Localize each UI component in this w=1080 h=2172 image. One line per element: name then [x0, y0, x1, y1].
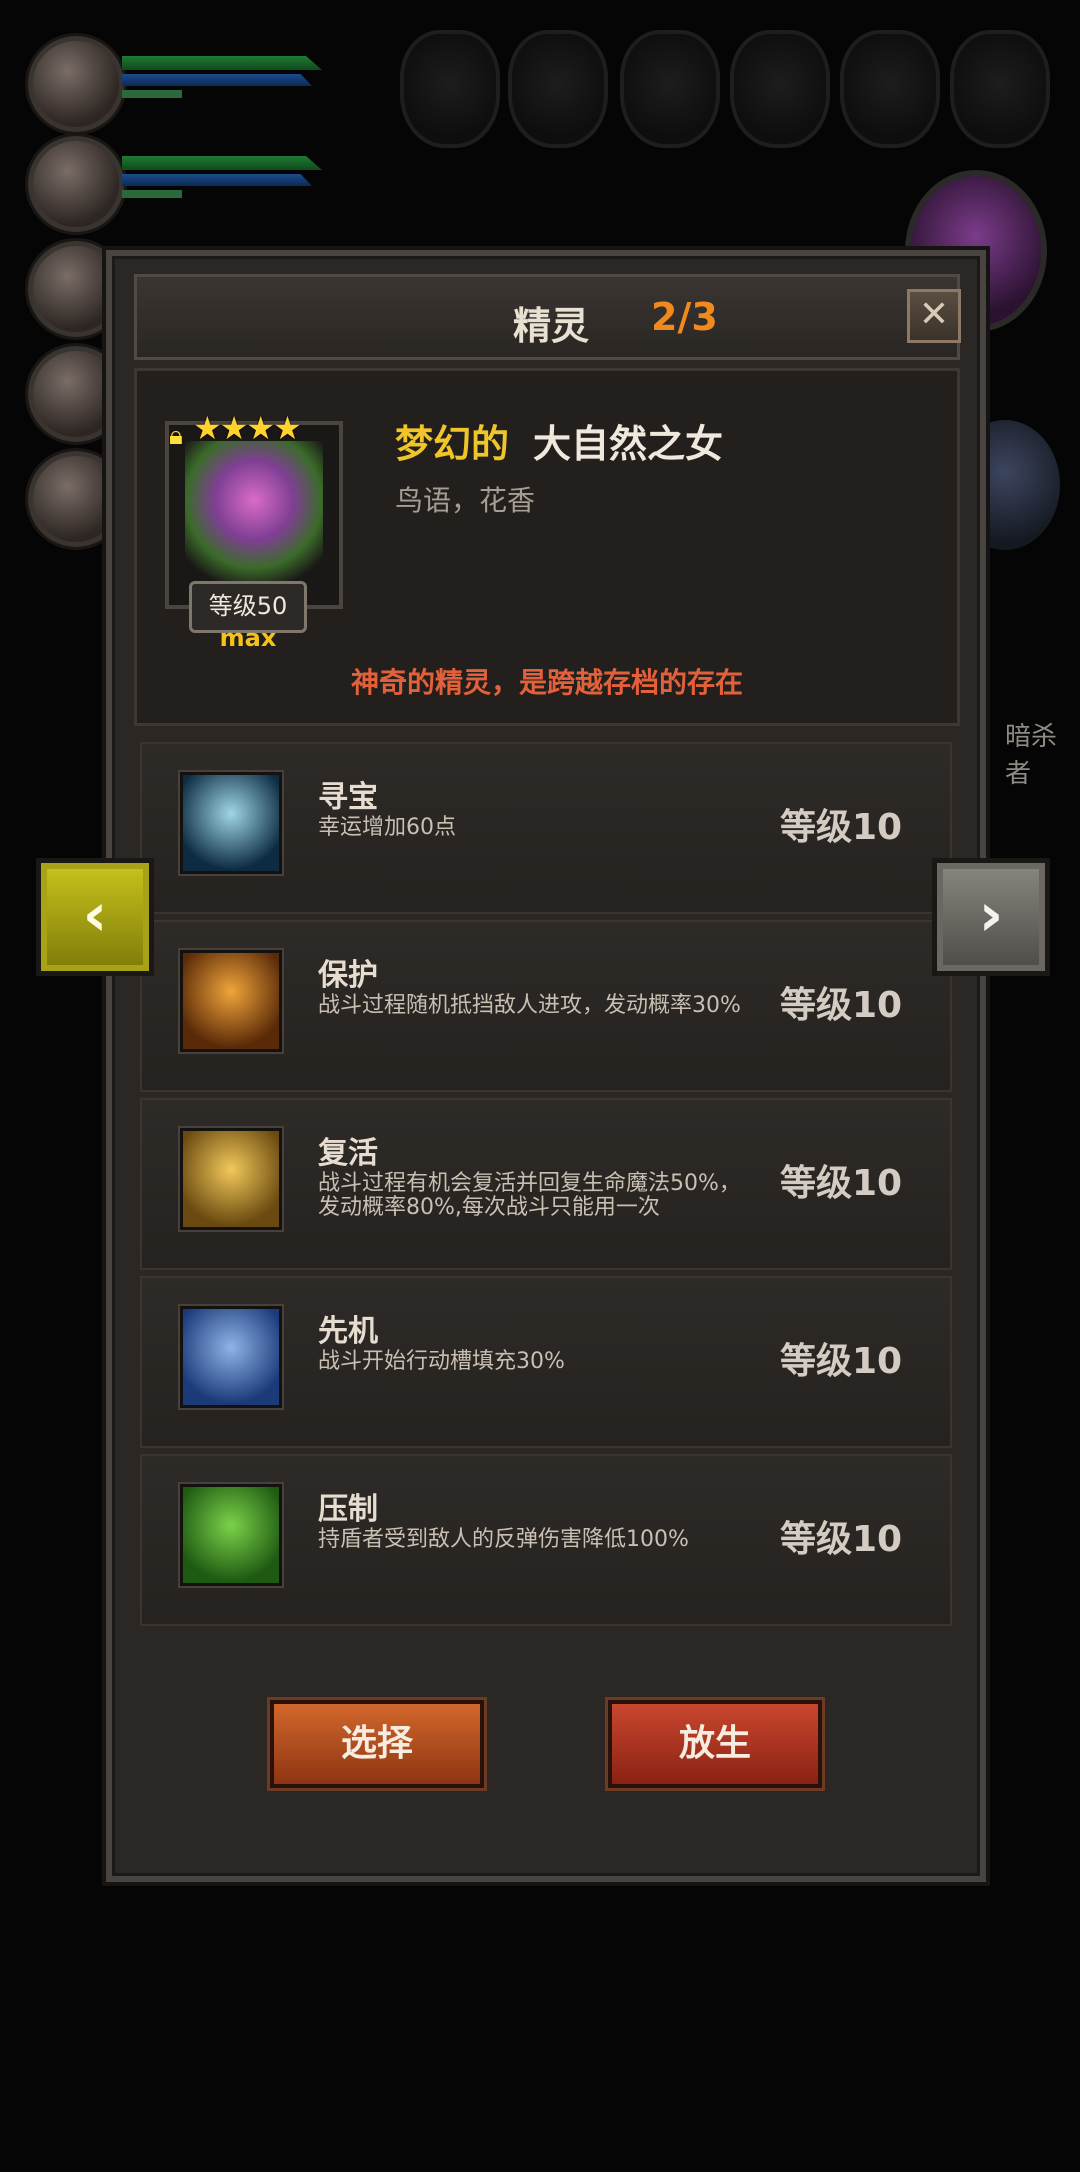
party-member-2[interactable]: [22, 130, 342, 232]
skill-row[interactable]: 寻宝 幸运增加60点 等级10: [140, 742, 952, 914]
skill-name: 复活: [318, 1136, 378, 1171]
skill-name: 寻宝: [318, 780, 378, 815]
skill-level: 等级10: [780, 1341, 903, 1382]
empty-slot: [400, 30, 500, 148]
mp-bar: [122, 174, 312, 186]
page-indicator: 2/3: [651, 295, 718, 339]
hp-bar: [122, 156, 322, 170]
spirit-info-panel: 🔒︎ ★★★★ 等级50 max 梦幻的 大自然之女 鸟语，花香 神奇的精灵，是…: [134, 368, 960, 726]
skill-name: 压制: [318, 1492, 378, 1527]
skill-level: 等级10: [780, 1163, 903, 1204]
xp-bar: [122, 90, 182, 98]
skill-row[interactable]: 保护 战斗过程随机抵挡敌人进攻，发动概率30% 等级10: [140, 920, 952, 1092]
skill-name: 保护: [318, 958, 378, 993]
spirit-name-prefix: 梦幻的: [395, 422, 510, 466]
skill-name: 先机: [318, 1314, 378, 1349]
revive-icon: [180, 1128, 282, 1230]
skill-row[interactable]: 压制 持盾者受到敌人的反弹伤害降低100% 等级10: [140, 1454, 952, 1626]
spirit-art: [185, 441, 323, 589]
skill-row[interactable]: 复活 战斗过程有机会复活并回复生命魔法50%，发动概率80%,每次战斗只能用一次…: [140, 1098, 952, 1270]
treasure-hunt-icon: [180, 772, 282, 874]
skill-description: 战斗过程随机抵挡敌人进攻，发动概率30%: [318, 993, 741, 1018]
avatar: [28, 36, 124, 132]
empty-slot: [508, 30, 608, 148]
close-button[interactable]: ✕: [907, 289, 961, 343]
skill-row[interactable]: 先机 战斗开始行动槽填充30% 等级10: [140, 1276, 952, 1448]
skill-level: 等级10: [780, 807, 903, 848]
release-button[interactable]: 放生: [608, 1700, 822, 1788]
hp-bar: [122, 56, 322, 70]
right-class-label: 暗杀者: [1005, 722, 1058, 789]
next-button[interactable]: ›: [932, 858, 1050, 976]
select-button[interactable]: 选择: [270, 1700, 484, 1788]
suppress-icon: [180, 1484, 282, 1586]
spirit-subtitle: 鸟语，花香: [395, 484, 536, 517]
lock-icon[interactable]: 🔒︎: [169, 421, 183, 452]
close-icon: ✕: [918, 294, 950, 335]
prev-button[interactable]: ‹: [36, 858, 154, 976]
xp-bar: [122, 190, 182, 198]
empty-slot: [950, 30, 1050, 148]
skill-level: 等级10: [780, 985, 903, 1026]
spirit-description: 神奇的精灵，是跨越存档的存在: [350, 666, 743, 699]
skill-description: 战斗过程有机会复活并回复生命魔法50%，发动概率80%,每次战斗只能用一次: [318, 1171, 741, 1220]
empty-slot: [620, 30, 720, 148]
chevron-right-icon: ›: [978, 880, 1004, 950]
skill-level: 等级10: [780, 1519, 903, 1560]
avatar: [28, 136, 124, 232]
dialog-title: 精灵: [513, 304, 590, 348]
protection-icon: [180, 950, 282, 1052]
party-member-1[interactable]: [22, 30, 342, 132]
spirit-dialog: 精灵 2/3 ✕ 🔒︎ ★★★★ 等级50 max 梦幻的 大自然之女 鸟语，花…: [106, 250, 986, 1882]
max-label: max: [219, 624, 277, 652]
skill-description: 持盾者受到敌人的反弹伤害降低100%: [318, 1527, 689, 1552]
leopard-icon: [180, 1306, 282, 1408]
star-rating: ★★★★: [193, 409, 302, 447]
skill-description: 战斗开始行动槽填充30%: [318, 1349, 565, 1374]
chevron-left-icon: ‹: [82, 880, 108, 950]
empty-slot: [730, 30, 830, 148]
spirit-name: 大自然之女: [533, 422, 724, 466]
empty-slot: [840, 30, 940, 148]
skill-description: 幸运增加60点: [318, 815, 456, 840]
mp-bar: [122, 74, 312, 86]
dialog-header: 精灵 2/3 ✕: [134, 274, 961, 360]
